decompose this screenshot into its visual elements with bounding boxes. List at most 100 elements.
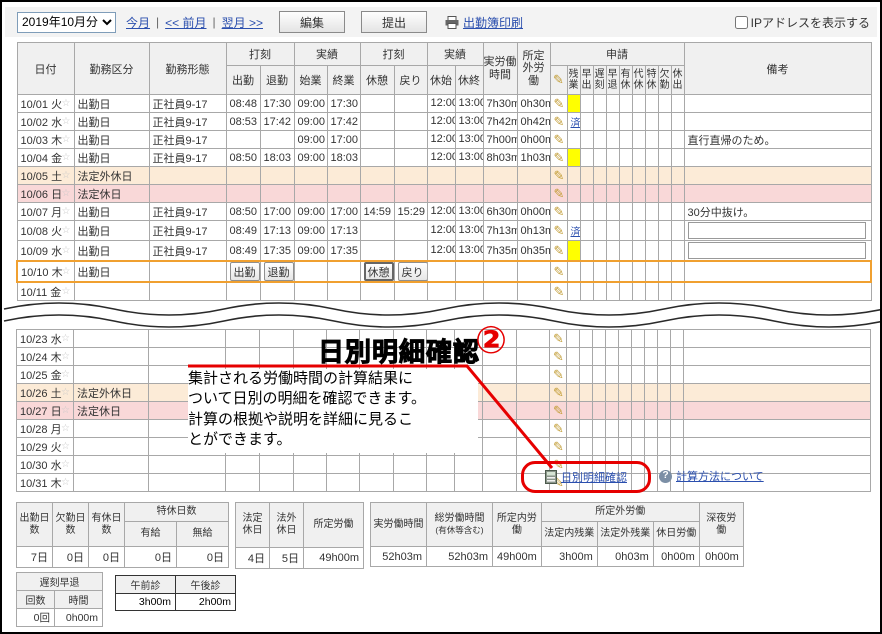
pencil-icon[interactable]: ✎ xyxy=(553,403,564,418)
edit-button[interactable]: 編集 xyxy=(279,11,345,33)
star-icon[interactable]: ☆ xyxy=(61,441,70,452)
work-style-cell: 正社員9-17 xyxy=(149,221,226,241)
app-cell-特休 xyxy=(645,149,658,167)
date-cell: ☆10/25 金 xyxy=(17,366,74,384)
app-cell-休出 xyxy=(671,420,684,438)
print-attendance-link[interactable]: 出勤簿印刷 xyxy=(463,14,523,31)
clock-out-cell xyxy=(260,348,294,366)
star-icon[interactable]: ☆ xyxy=(62,225,71,236)
pencil-icon[interactable]: ✎ xyxy=(554,243,565,258)
date-label: 10/03 木 xyxy=(21,135,63,147)
col-app-daikyu: 代休 xyxy=(632,66,645,95)
start-cell: 09:00 xyxy=(294,203,327,221)
star-icon[interactable]: ☆ xyxy=(61,351,70,362)
star-icon[interactable]: ☆ xyxy=(61,387,70,398)
annotation-number-badge: ② xyxy=(475,322,507,360)
pencil-icon[interactable]: ✎ xyxy=(554,186,565,201)
app-cell-休出 xyxy=(671,241,684,262)
pencil-icon[interactable]: ✎ xyxy=(553,421,564,436)
star-icon[interactable]: ☆ xyxy=(62,98,71,109)
edit-cell: ✎ xyxy=(550,330,567,348)
clock-in-cell xyxy=(226,456,260,474)
col-actual-hours: 実労働時間 xyxy=(483,43,517,95)
back-button[interactable]: 戻り xyxy=(398,262,428,281)
work-style-cell xyxy=(149,348,226,366)
app-cell-特休 xyxy=(645,384,658,402)
star-icon[interactable]: ☆ xyxy=(62,170,71,181)
submit-button[interactable]: 提出 xyxy=(361,11,427,33)
ip-address-checkbox[interactable] xyxy=(735,16,748,29)
work-category-cell: 出勤日 xyxy=(74,221,149,241)
break-button[interactable]: 休憩 xyxy=(364,262,394,281)
start-cell: 09:00 xyxy=(294,95,327,113)
star-icon[interactable]: ☆ xyxy=(62,152,71,163)
app-cell-早退 xyxy=(606,241,619,262)
prev-month-link[interactable]: << 前月 xyxy=(165,14,206,31)
star-icon[interactable]: ☆ xyxy=(61,333,70,344)
star-icon[interactable]: ☆ xyxy=(61,369,70,380)
month-select[interactable]: 2019年10月分 xyxy=(17,12,116,33)
daily-detail-link[interactable]: 日別明細確認 xyxy=(561,469,627,485)
overtime-approved-link[interactable]: 済 xyxy=(571,118,581,129)
pencil-icon[interactable]: ✎ xyxy=(554,204,565,219)
app-cell-遅刻 xyxy=(593,366,606,384)
pencil-icon[interactable]: ✎ xyxy=(554,223,565,238)
edit-cell: ✎ xyxy=(550,131,567,149)
break-out-cell xyxy=(360,221,394,241)
app-cell-欠勤 xyxy=(658,261,671,282)
remarks-cell xyxy=(684,438,871,456)
star-icon[interactable]: ☆ xyxy=(62,245,71,256)
this-month-link[interactable]: 今月 xyxy=(126,14,150,31)
pencil-icon[interactable]: ✎ xyxy=(554,96,565,111)
clock-in-button[interactable]: 出勤 xyxy=(230,262,260,281)
pencil-icon[interactable]: ✎ xyxy=(554,114,565,129)
date-cell: ☆10/01 火 xyxy=(17,95,74,113)
app-cell-残業 xyxy=(567,167,580,185)
pencil-icon[interactable]: ✎ xyxy=(553,385,564,400)
h-nonlegal-holiday: 法外休日 xyxy=(270,503,304,548)
col-date: 日付 xyxy=(17,43,74,95)
star-icon[interactable]: ☆ xyxy=(61,423,70,434)
app-cell-遅刻 xyxy=(593,167,606,185)
pencil-icon[interactable]: ✎ xyxy=(554,264,565,279)
h-outside-scheduled: 所定外労働 xyxy=(541,503,699,522)
v-scheduled-work: 49h00m xyxy=(304,548,364,569)
next-month-link[interactable]: 翌月 >> xyxy=(222,14,263,31)
col-overtime: 所定外労働 xyxy=(517,43,550,95)
actual-hours-cell xyxy=(483,366,517,384)
pencil-icon[interactable]: ✎ xyxy=(553,349,564,364)
overtime-approved-link[interactable]: 済 xyxy=(571,227,581,238)
app-cell-残業 xyxy=(567,185,580,203)
clock-out-button[interactable]: 退勤 xyxy=(264,262,294,281)
pencil-icon[interactable]: ✎ xyxy=(553,367,564,382)
print-link-wrap[interactable]: 出勤簿印刷 xyxy=(445,14,523,31)
star-icon[interactable]: ☆ xyxy=(62,206,71,217)
break-back-cell xyxy=(394,167,427,185)
pencil-icon[interactable]: ✎ xyxy=(554,168,565,183)
header-group-row: 日付 勤務区分 勤務形態 打刻 実績 打刻 実績 実労働時間 所定外労働 申請 … xyxy=(17,43,871,66)
star-icon[interactable]: ☆ xyxy=(61,459,70,470)
col-clock-in: 出勤 xyxy=(226,66,260,95)
pencil-icon[interactable]: ✎ xyxy=(553,439,564,454)
rest-end-cell: 13:00 15:30 xyxy=(455,203,483,221)
star-icon[interactable]: ☆ xyxy=(62,188,71,199)
rest-end-cell: 13:00 xyxy=(455,113,483,131)
pencil-icon[interactable]: ✎ xyxy=(554,150,565,165)
star-icon[interactable]: ☆ xyxy=(62,134,71,145)
star-icon[interactable]: ☆ xyxy=(62,286,71,297)
star-icon[interactable]: ☆ xyxy=(62,116,71,127)
work-category-cell: 法定外休日 xyxy=(74,384,149,402)
pencil-icon[interactable]: ✎ xyxy=(553,331,564,346)
calc-method-link[interactable]: 計算方法について xyxy=(676,468,764,484)
break-out-cell xyxy=(360,474,394,492)
pencil-icon[interactable]: ✎ xyxy=(554,132,565,147)
star-icon[interactable]: ☆ xyxy=(61,477,70,488)
remark-input[interactable] xyxy=(688,222,867,239)
app-cell-残業: 済 xyxy=(567,221,580,241)
rest-end-cell xyxy=(455,456,483,474)
remark-input[interactable] xyxy=(688,242,867,259)
star-icon[interactable]: ☆ xyxy=(61,405,70,416)
date-label: 10/06 日 xyxy=(21,189,63,201)
start-cell xyxy=(294,185,327,203)
edit-cell: ✎ xyxy=(550,402,567,420)
